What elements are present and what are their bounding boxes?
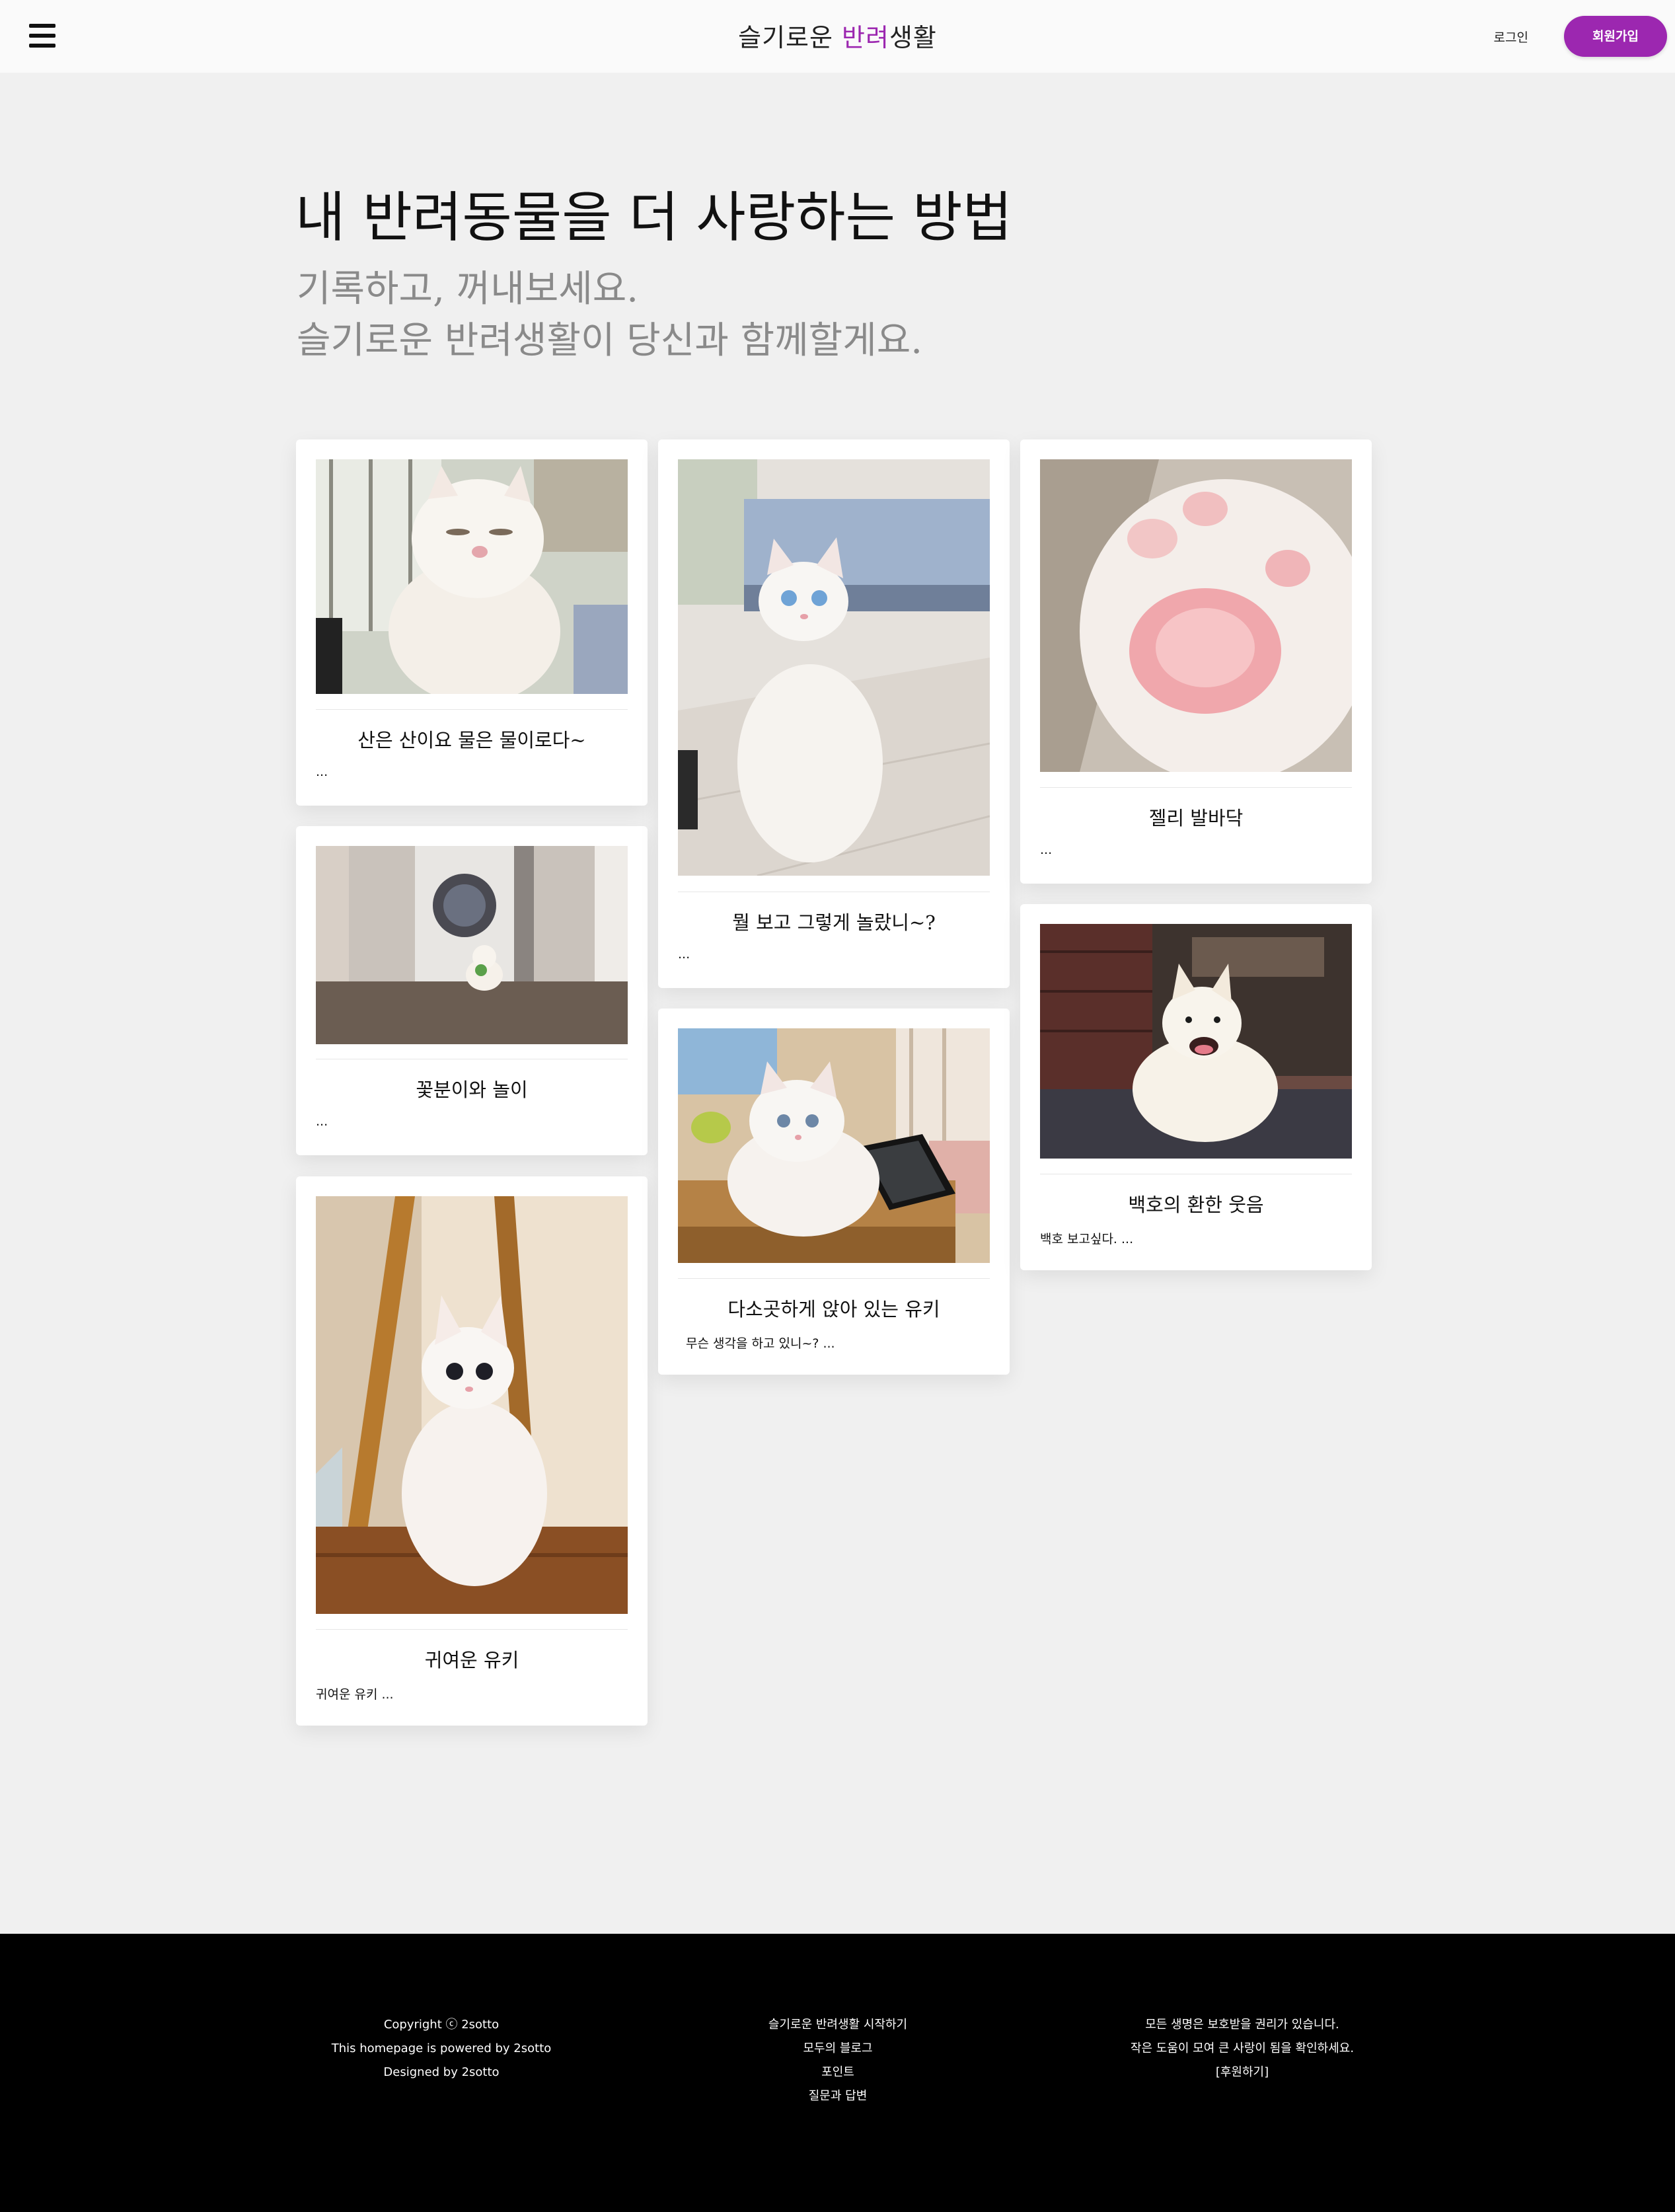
footer-donation: 모든 생명은 보호받을 권리가 있습니다. 작은 도움이 모여 큰 사랑이 됨을…: [1110, 2013, 1374, 2084]
footer-link-start[interactable]: 슬기로운 반려생활 시작하기: [706, 2013, 970, 2037]
post-image-cat-surprised[interactable]: [678, 459, 990, 876]
footer-designed-by: Designed by 2sotto: [383, 2065, 500, 2079]
post-card[interactable]: 젤리 발바닥 ...: [1020, 439, 1372, 884]
footer-donation-text-2: 작은 도움이 모여 큰 사랑이 됨을 확인하세요.: [1130, 2041, 1355, 2055]
post-title[interactable]: 귀여운 유키: [316, 1645, 628, 1673]
hero-subtitle-line2: 슬기로운 반려생활이 당신과 함께할게요.: [297, 319, 923, 362]
card-divider: [678, 1278, 990, 1279]
post-image-cat-desk[interactable]: [678, 1028, 990, 1263]
post-title[interactable]: 뭘 보고 그렇게 놀랐니~?: [678, 907, 990, 935]
post-excerpt: 귀여운 유키 ...: [316, 1687, 394, 1702]
card-divider: [316, 1629, 628, 1630]
post-excerpt: ...: [316, 1114, 328, 1129]
brand-text-1: 슬기로운: [738, 23, 842, 52]
donate-link[interactable]: [후원하기]: [1110, 2061, 1374, 2084]
footer-links: 슬기로운 반려생활 시작하기 모두의 블로그 포인트 질문과 답변: [706, 2013, 970, 2108]
post-image-kitten-easel[interactable]: [316, 1196, 628, 1614]
post-title[interactable]: 젤리 발바닥: [1040, 803, 1352, 831]
post-card[interactable]: 다소곳하게 앉아 있는 유키 무슨 생각을 하고 있니~? ...: [658, 1009, 1010, 1375]
signup-button[interactable]: 회원가입: [1564, 16, 1667, 57]
post-image-cat-paw[interactable]: [1040, 459, 1352, 772]
brand-text-accent: 반려: [842, 23, 889, 52]
post-excerpt: ...: [1040, 843, 1053, 857]
footer-link-points[interactable]: 포인트: [706, 2061, 970, 2084]
post-image-cat-window[interactable]: [316, 459, 628, 694]
footer-powered-by: This homepage is powered by 2sotto: [331, 2041, 552, 2055]
footer-copyright: Copyright ⓒ 2sotto: [383, 2018, 500, 2032]
footer-link-blog[interactable]: 모두의 블로그: [706, 2037, 970, 2061]
post-card[interactable]: 산은 산이요 물은 물이로다~ ...: [296, 439, 648, 806]
login-link[interactable]: 로그인: [1494, 28, 1528, 46]
brand-text-2: 생활: [889, 23, 937, 52]
footer-donation-text-1: 모든 생명은 보호받을 권리가 있습니다.: [1145, 2018, 1339, 2032]
site-logo[interactable]: 슬기로운 반려생활: [0, 17, 1675, 54]
post-card[interactable]: 꽃분이와 놀이 ...: [296, 826, 648, 1155]
post-image-dog-smile[interactable]: [1040, 924, 1352, 1159]
post-image-dog-hallway[interactable]: [316, 846, 628, 1044]
footer: Copyright ⓒ 2sotto This homepage is powe…: [0, 1934, 1675, 2212]
post-excerpt: 백호 보고싶다. ...: [1040, 1232, 1134, 1246]
card-divider: [1040, 787, 1352, 788]
post-excerpt: ...: [316, 765, 328, 779]
top-navbar: 슬기로운 반려생활 로그인 회원가입: [0, 0, 1675, 73]
post-card[interactable]: 귀여운 유키 귀여운 유키 ...: [296, 1176, 648, 1726]
post-card[interactable]: 백호의 환한 웃음 백호 보고싶다. ...: [1020, 904, 1372, 1270]
hero-subtitle-line1: 기록하고, 꺼내보세요.: [297, 268, 639, 311]
post-excerpt: 무슨 생각을 하고 있니~? ...: [686, 1336, 835, 1351]
footer-credits: Copyright ⓒ 2sotto This homepage is powe…: [309, 2013, 574, 2084]
footer-link-qna[interactable]: 질문과 답변: [706, 2084, 970, 2108]
post-title[interactable]: 백호의 환한 웃음: [1040, 1190, 1352, 1217]
post-title[interactable]: 꽃분이와 놀이: [316, 1075, 628, 1102]
post-title[interactable]: 산은 산이요 물은 물이로다~: [316, 725, 628, 753]
hero-title: 내 반려동물을 더 사랑하는 방법: [295, 186, 1012, 249]
post-excerpt: ...: [678, 947, 690, 962]
post-card[interactable]: 뭘 보고 그렇게 놀랐니~? ...: [658, 439, 1010, 988]
post-title[interactable]: 다소곳하게 앉아 있는 유키: [678, 1294, 990, 1322]
card-divider: [316, 709, 628, 710]
